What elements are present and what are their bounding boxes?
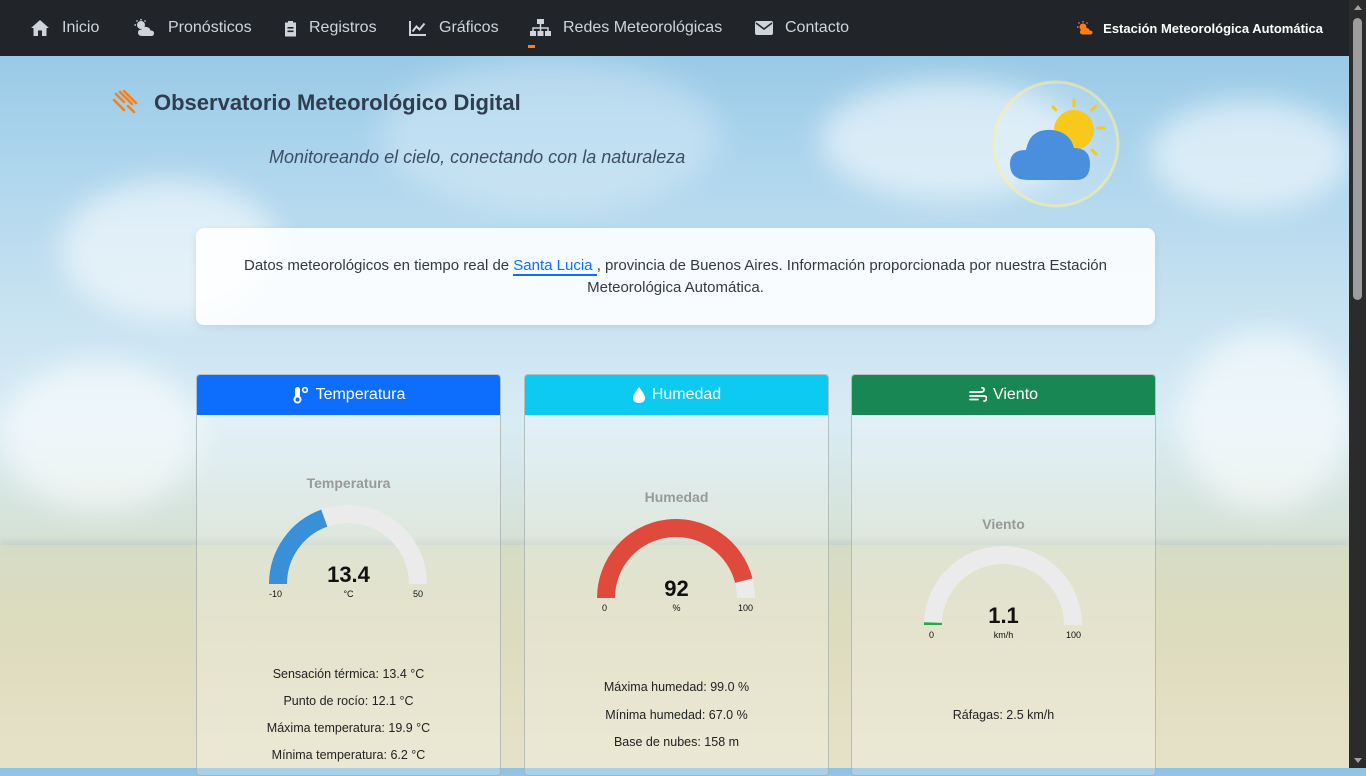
page-subtitle: Monitoreando el cielo, conectando con la…	[269, 147, 685, 168]
nav-label: Registros	[309, 19, 377, 37]
cloud-bg	[1150, 100, 1350, 210]
wind-icon	[969, 387, 987, 403]
wind-logo-icon	[112, 90, 140, 120]
cloud-bg	[0, 360, 200, 510]
humidity-card-header: Humedad	[525, 375, 828, 415]
nav-item-redes[interactable]: Redes Meteorológicas	[530, 0, 722, 56]
gauge-min: -10	[269, 589, 282, 599]
stat-min-humidity: Mínima humedad: 67.0 %	[525, 708, 828, 722]
gauge-title: Temperatura	[197, 475, 500, 491]
navbar-brand[interactable]: Estación Meteorológica Automática	[1076, 0, 1323, 56]
scroll-thumb[interactable]	[1353, 18, 1362, 300]
gauge-unit: °C	[197, 589, 500, 599]
scroll-up-arrow[interactable]	[1354, 5, 1362, 10]
intro-text: Datos meteorológicos en tiempo real de	[244, 257, 513, 274]
cloud-bg	[380, 60, 720, 210]
nav-item-graficos[interactable]: Gráficos	[409, 0, 499, 56]
droplet-icon	[632, 386, 646, 404]
home-icon	[30, 19, 50, 37]
active-indicator	[528, 45, 535, 48]
stat-gusts: Ráfagas: 2.5 km/h	[852, 708, 1155, 722]
nav-label: Redes Meteorológicas	[563, 19, 722, 37]
gauge-unit: %	[525, 603, 828, 613]
nav-label: Contacto	[785, 19, 849, 37]
gauge-value: 1.1	[852, 603, 1155, 629]
card-header-label: Temperatura	[316, 386, 406, 404]
gauge-min: 0	[602, 603, 607, 613]
nav-label: Inicio	[62, 19, 99, 37]
nav-label: Gráficos	[439, 19, 499, 37]
cloud-bg	[1180, 330, 1350, 510]
gauge-value: 92	[525, 576, 828, 602]
nav-label: Pronósticos	[168, 19, 252, 37]
gauge-title: Humedad	[525, 489, 828, 505]
stat-min-temp: Mínima temperatura: 6.2 °C	[197, 748, 500, 762]
scrollbar[interactable]	[1349, 0, 1366, 768]
thermometer-icon	[292, 386, 310, 404]
scroll-down-arrow[interactable]	[1354, 758, 1362, 763]
gauge-unit: km/h	[852, 630, 1155, 640]
cloud-sun-icon	[134, 19, 156, 37]
location-link[interactable]: Santa Lucia	[513, 257, 596, 276]
temperature-card: Temperatura Temperatura 13.4 °C -10 50 S…	[196, 374, 501, 776]
nav-item-contacto[interactable]: Contacto	[755, 0, 849, 56]
stat-feels-like: Sensación térmica: 13.4 °C	[197, 667, 500, 681]
envelope-icon	[755, 21, 773, 35]
page-title: Observatorio Meteorológico Digital	[154, 90, 521, 116]
gauge-min: 0	[929, 630, 934, 640]
stat-cloud-base: Base de nubes: 158 m	[525, 735, 828, 749]
network-icon	[530, 19, 551, 37]
card-header-label: Viento	[993, 386, 1038, 404]
intro-card: Datos meteorológicos en tiempo real de S…	[196, 228, 1155, 325]
humidity-card: Humedad Humedad 92 % 0 100 Máxima humeda…	[524, 374, 829, 776]
nav-item-pronosticos[interactable]: Pronósticos	[134, 0, 252, 56]
gauge-max: 50	[413, 589, 423, 599]
wind-card-header: Viento	[852, 375, 1155, 415]
clipboard-icon	[284, 20, 297, 37]
gauge-value: 13.4	[197, 562, 500, 588]
sun-cloud-icon	[1076, 21, 1093, 35]
temperature-card-header: Temperatura	[197, 375, 500, 415]
gauge-title: Viento	[852, 516, 1155, 532]
stat-max-temp: Máxima temperatura: 19.9 °C	[197, 721, 500, 735]
wind-card: Viento Viento 1.1 km/h 0 100 Ráfagas: 2.…	[851, 374, 1156, 776]
brand-label: Estación Meteorológica Automática	[1103, 21, 1323, 36]
card-header-label: Humedad	[652, 386, 721, 404]
chart-line-icon	[409, 20, 427, 36]
intro-text: , provincia de Buenos Aires. Información…	[587, 257, 1107, 296]
navbar: Inicio Pronósticos Registros Gráficos Re…	[0, 0, 1349, 56]
gauge-max: 100	[1066, 630, 1081, 640]
stat-max-humidity: Máxima humedad: 99.0 %	[525, 680, 828, 694]
gauge-max: 100	[738, 603, 753, 613]
nav-item-registros[interactable]: Registros	[284, 0, 377, 56]
nav-item-inicio[interactable]: Inicio	[30, 0, 99, 56]
stat-dew-point: Punto de rocío: 12.1 °C	[197, 694, 500, 708]
weather-sun-cloud-icon	[990, 80, 1122, 216]
